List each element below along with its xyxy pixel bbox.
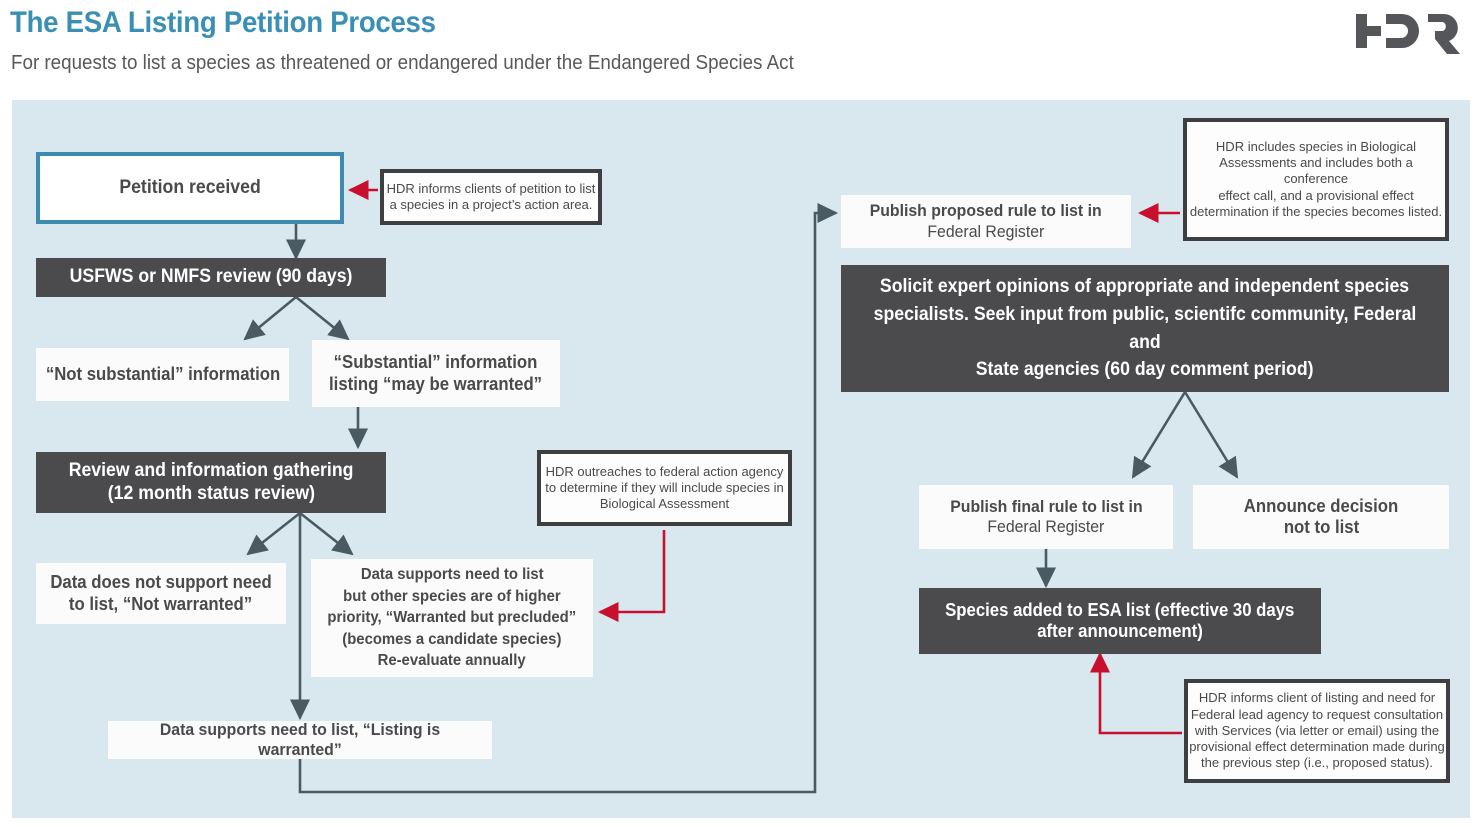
node-publish-final[interactable]: Publish final rule to list in Federal Re… [919,485,1173,549]
node-substantial[interactable]: “Substantial” information listing “may b… [312,340,560,407]
node-publish-proposed-line1: Publish proposed rule to list in [870,201,1102,221]
node-publish-proposed-line2: Federal Register [927,221,1045,241]
page-title: The ESA Listing Petition Process [10,6,436,39]
callout-outreach-note-line2: to determine if they will include specie… [545,479,784,495]
node-substantial-line2: listing “may be warranted” [329,373,543,394]
node-solicit-experts-line3: State agencies (60 day comment period) [976,359,1314,381]
node-listing-warranted[interactable]: Data supports need to list, “Listing is … [108,719,492,759]
node-review-gathering-line2: (12 month status review) [107,482,315,504]
node-listing-warranted-label: Data supports need to list, “Listing is … [159,719,441,759]
callout-outreach-note-line1: HDR outreaches to federal action agency [545,463,784,479]
callout-ba-note-line4: determination if the species becomes lis… [1189,203,1443,219]
node-review-gathering-line1: Review and information gathering [68,460,354,482]
node-petition-received[interactable]: Petition received [36,152,344,224]
node-warranted-precluded[interactable]: Data supports need to list but other spe… [311,559,593,677]
node-solicit-experts-line2: specialists. Seek input from public, sci… [873,303,1417,353]
node-announce-not-list-line2: not to list [1283,517,1359,537]
node-not-warranted[interactable]: Data does not support need to list, “Not… [36,563,286,624]
node-species-added[interactable]: Species added to ESA list (effective 30 … [919,588,1321,654]
node-species-added-line1: Species added to ESA list (effective 30 … [945,599,1295,620]
node-solicit-experts-line1: Solicit expert opinions of appropriate a… [880,276,1410,298]
callout-consultation-note[interactable]: HDR informs client of listing and need f… [1184,679,1450,783]
callout-outreach-note[interactable]: HDR outreaches to federal action agency … [537,450,792,526]
node-review-gathering[interactable]: Review and information gathering (12 mon… [36,452,386,513]
page-subtitle: For requests to list a species as threat… [11,52,794,74]
callout-outreach-note-line3: Biological Assessment [599,496,730,512]
callout-petition-note-line2: a species in a project’s action area. [389,197,593,212]
callout-consultation-note-line5: the previous step (i.e., proposed status… [1201,755,1433,771]
callout-ba-note-line3: effect call, and a provisional effect [1218,187,1414,203]
node-announce-not-list-line1: Announce decision [1243,495,1399,516]
callout-biological-assessment-note[interactable]: HDR includes species in Biological Asses… [1183,118,1449,241]
callout-petition-note-line1: HDR informs clients of petition to list [386,180,596,196]
node-warranted-precluded-line3: priority, “Warranted but precluded” [327,609,577,627]
node-not-substantial[interactable]: “Not substantial” information [36,348,289,401]
node-not-warranted-line1: Data does not support need [50,572,272,593]
node-petition-received-label: Petition received [119,176,261,198]
node-not-warranted-line2: to list, “Not warranted” [69,593,253,614]
callout-consultation-note-line3: with Services (via letter or email) usin… [1194,722,1440,738]
callout-ba-note-line1: HDR includes species in Biological [1215,138,1417,154]
node-announce-not-list[interactable]: Announce decision not to list [1193,485,1449,549]
node-warranted-precluded-line5: Re-evaluate annually [377,652,527,670]
node-publish-final-line2: Federal Register [987,517,1105,536]
hdr-logo [1356,14,1460,54]
node-not-substantial-label: “Not substantial” information [45,363,280,384]
callout-consultation-note-line2: Federal lead agency to request consultat… [1190,706,1444,722]
node-substantial-line1: “Substantial” information [334,352,538,373]
node-agency-review-label: USFWS or NMFS review (90 days) [69,266,353,288]
node-agency-review[interactable]: USFWS or NMFS review (90 days) [36,258,386,297]
node-publish-final-line1: Publish final rule to list in [949,496,1143,516]
node-warranted-precluded-line2: but other species are of higher [343,587,561,605]
callout-petition-note[interactable]: HDR informs clients of petition to list … [380,169,602,225]
callout-consultation-note-line4: provisional effect determination made du… [1189,739,1445,755]
node-species-added-line2: after announcement) [1037,621,1203,641]
callout-consultation-note-line1: HDR informs client of listing and need f… [1198,690,1436,706]
node-warranted-precluded-line4: (becomes a candidate species) [342,630,562,648]
node-warranted-precluded-line1: Data supports need to list [360,566,544,584]
node-solicit-experts[interactable]: Solicit expert opinions of appropriate a… [841,265,1449,392]
node-publish-proposed[interactable]: Publish proposed rule to list in Federal… [841,195,1131,248]
callout-ba-note-line2: Assessments and includes both a conferen… [1219,155,1413,187]
